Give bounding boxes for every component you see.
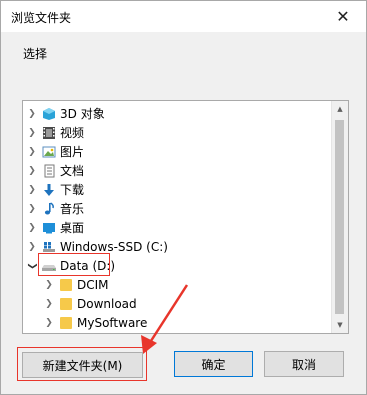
chevron-right-icon[interactable]: ❯	[27, 109, 37, 119]
windows-drive-icon	[41, 240, 57, 254]
tree-item-label: 桌面	[60, 221, 85, 235]
tree-item-desktop[interactable]: ❯ 桌面	[23, 218, 328, 237]
cancel-button[interactable]: 取消	[264, 351, 344, 377]
tree-item-label: 文档	[60, 164, 85, 178]
chevron-right-icon[interactable]: ❯	[27, 166, 37, 176]
3d-objects-icon	[41, 107, 57, 121]
chevron-right-icon[interactable]: ❯	[27, 147, 37, 157]
folder-icon	[58, 316, 74, 330]
cancel-label: 取消	[291, 357, 316, 372]
close-icon: ✕	[336, 7, 350, 26]
tree-item-download[interactable]: ❯ Download	[23, 294, 328, 313]
highlight-box-drive-d	[38, 253, 110, 276]
close-button[interactable]: ✕	[320, 1, 366, 32]
tree-item-music[interactable]: ❯ 音乐	[23, 199, 328, 218]
window-title: 浏览文件夹	[11, 11, 72, 25]
music-icon	[41, 201, 57, 216]
chevron-down-icon[interactable]: ❯	[27, 261, 37, 271]
scrollbar-thumb[interactable]	[335, 120, 344, 314]
tree-item-3d-objects[interactable]: ❯ 3D 对象	[23, 104, 328, 123]
title-bar: 浏览文件夹 ✕	[1, 1, 366, 32]
chevron-right-icon[interactable]: ❯	[27, 128, 37, 138]
tree-item-label: DCIM	[77, 277, 109, 292]
tree-item-label: 视频	[60, 126, 85, 140]
ok-button[interactable]: 确定	[174, 351, 253, 377]
pictures-icon	[41, 145, 57, 159]
folder-icon	[58, 297, 74, 311]
chevron-right-icon[interactable]: ❯	[44, 299, 54, 309]
tree-item-label: 3D 对象	[60, 107, 105, 121]
tree-item-pictures[interactable]: ❯ 图片	[23, 142, 328, 161]
video-icon	[41, 126, 57, 140]
tree-item-dcim[interactable]: ❯ DCIM	[23, 275, 328, 294]
tree-item-documents[interactable]: ❯ 文档	[23, 161, 328, 180]
chevron-right-icon[interactable]: ❯	[27, 242, 37, 252]
instruction-text: 选择	[23, 47, 48, 61]
chevron-right-icon[interactable]: ❯	[44, 280, 54, 290]
downloads-icon	[41, 183, 57, 197]
tree-item-label: Windows-SSD (C:)	[60, 239, 168, 254]
chevron-right-icon[interactable]: ❯	[44, 318, 54, 328]
tree-item-label: 音乐	[60, 202, 85, 216]
chevron-right-icon[interactable]: ❯	[27, 185, 37, 195]
chevron-right-icon[interactable]: ❯	[27, 223, 37, 233]
highlight-box-new-folder	[17, 347, 147, 381]
tree-item-label: MySoftware	[77, 315, 148, 330]
tree-item-mysoftware[interactable]: ❯ MySoftware	[23, 313, 328, 332]
browse-folder-dialog: 浏览文件夹 ✕ 选择 ❯ 3D 对象 ❯ 视频 ❯ 图片 ❯ 文档 ❯ 下载 ❯…	[0, 0, 367, 395]
tree-item-videos[interactable]: ❯ 视频	[23, 123, 328, 142]
tree-item-label: 下载	[60, 183, 85, 197]
scroll-up-icon[interactable]: ▲	[332, 101, 348, 117]
tree-item-label: 图片	[60, 145, 85, 159]
desktop-icon	[41, 221, 57, 235]
tree-item-label: Download	[77, 296, 137, 311]
ok-label: 确定	[201, 357, 226, 372]
tree-item-downloads[interactable]: ❯ 下载	[23, 180, 328, 199]
folder-tree[interactable]: ❯ 3D 对象 ❯ 视频 ❯ 图片 ❯ 文档 ❯ 下载 ❯ 音乐 ❯ 桌面 ❯ …	[22, 100, 349, 334]
documents-icon	[41, 164, 57, 178]
folder-icon	[58, 278, 74, 292]
chevron-right-icon[interactable]: ❯	[27, 204, 37, 214]
vertical-scrollbar[interactable]: ▲ ▼	[331, 101, 348, 333]
scroll-down-icon[interactable]: ▼	[332, 317, 348, 333]
